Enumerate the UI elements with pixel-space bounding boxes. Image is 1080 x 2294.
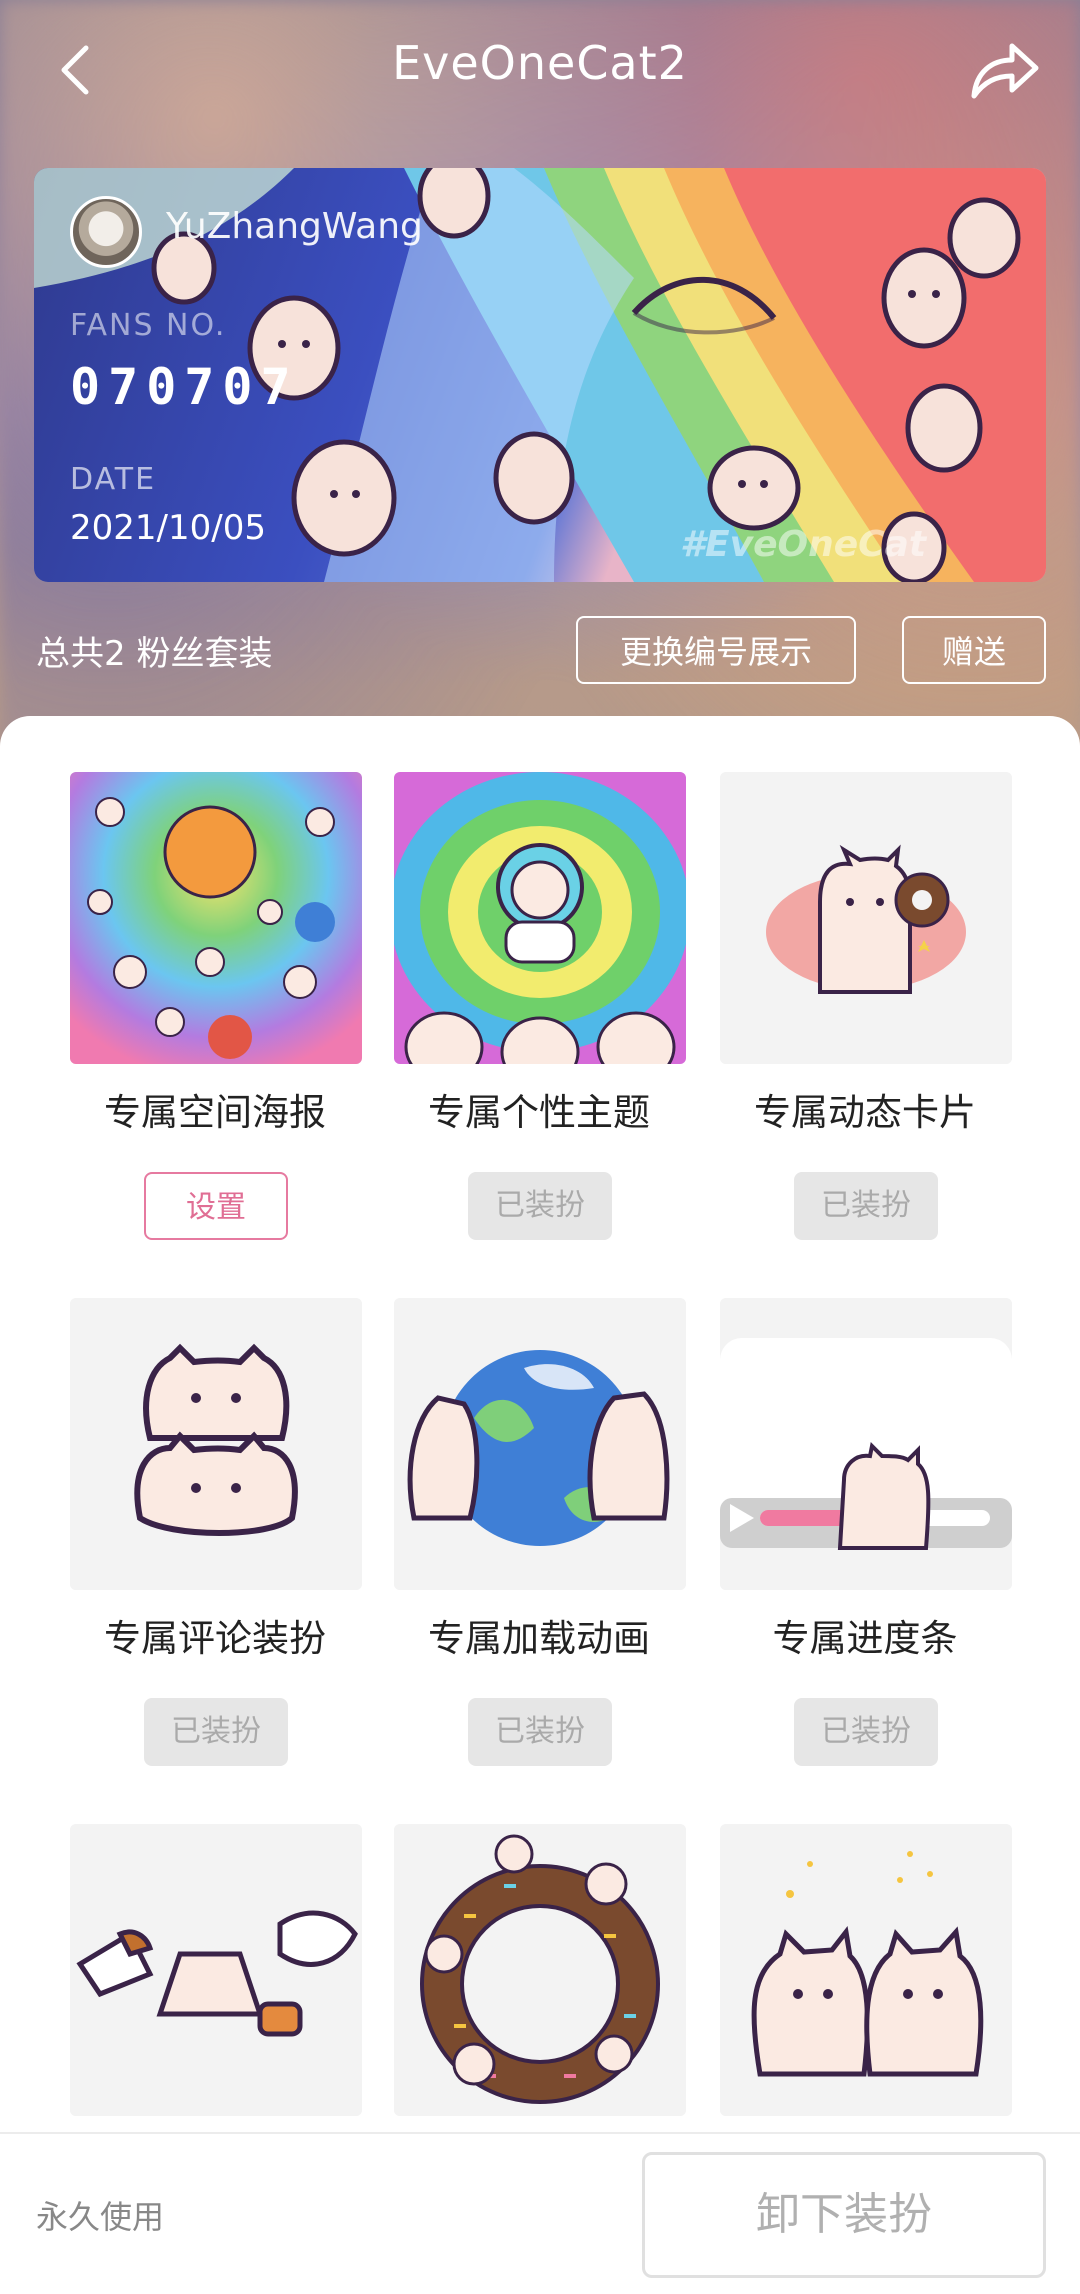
items-panel: 专属空间海报 设置 专属个性主题 已装扮 专属动态卡片 已装扮 专属评论装扮 已… (0, 716, 1080, 2292)
username: YuZhangWang (166, 206, 423, 247)
avatar (70, 196, 142, 268)
loading-thumbnail (394, 1298, 686, 1590)
date-label: DATE (70, 462, 157, 497)
pair-thumbnail (720, 1824, 1012, 2116)
item-label-loading: 专属加载动画 (428, 1617, 650, 1660)
theme-thumbnail (394, 772, 686, 1064)
item-tile-progress[interactable] (720, 1298, 1012, 1590)
item-tile-donut[interactable] (394, 1824, 686, 2116)
item-tile-snacks[interactable] (70, 1824, 362, 2116)
item-tile-comment[interactable] (70, 1298, 362, 1590)
suit-count: 总共2 粉丝套装 (36, 634, 273, 674)
set-button[interactable]: 设置 (144, 1172, 288, 1240)
equipped-button[interactable]: 已装扮 (144, 1698, 288, 1766)
page-title: EveOneCat2 (392, 36, 688, 90)
gift-button[interactable]: 赠送 (902, 616, 1046, 684)
fans-number: 070707 (70, 358, 299, 416)
share-button[interactable] (968, 34, 1042, 104)
item-tile-pair[interactable] (720, 1824, 1012, 2116)
equipped-button[interactable]: 已装扮 (794, 1698, 938, 1766)
snacks-thumbnail (70, 1824, 362, 2116)
item-label-theme: 专属个性主题 (428, 1091, 650, 1134)
item-tile-card[interactable] (720, 772, 1012, 1064)
unequip-button[interactable]: 卸下装扮 (642, 2152, 1046, 2278)
fans-no-label: FANS NO. (70, 308, 227, 343)
donut-thumbnail (394, 1824, 686, 2116)
equipped-button[interactable]: 已装扮 (468, 1172, 612, 1240)
progress-thumbnail (720, 1298, 1012, 1590)
share-arrow-icon (971, 43, 1039, 99)
item-label-card: 专属动态卡片 (754, 1091, 976, 1134)
item-tile-loading[interactable] (394, 1298, 686, 1590)
card-thumbnail (720, 772, 1012, 1064)
item-label-progress: 专属进度条 (772, 1617, 958, 1660)
permanent-use-label: 永久使用 (36, 2198, 165, 2236)
equipped-button[interactable]: 已装扮 (468, 1698, 612, 1766)
bottom-bar: 永久使用 卸下装扮 (0, 2132, 1080, 2294)
item-label-comment: 专属评论装扮 (104, 1617, 326, 1660)
equipped-button[interactable]: 已装扮 (794, 1172, 938, 1240)
comment-thumbnail (70, 1298, 362, 1590)
change-number-button[interactable]: 更换编号展示 (576, 616, 856, 684)
top-bar: EveOneCat2 (0, 0, 1080, 140)
watermark: #EveOneCat (680, 524, 927, 565)
date-value: 2021/10/05 (70, 508, 266, 548)
fan-number-card: YuZhangWang FANS NO. 070707 DATE 2021/10… (34, 168, 1046, 582)
item-label-poster: 专属空间海报 (104, 1091, 326, 1134)
item-tile-theme[interactable] (394, 772, 686, 1064)
item-tile-poster[interactable] (70, 772, 362, 1064)
poster-thumbnail (70, 772, 362, 1064)
